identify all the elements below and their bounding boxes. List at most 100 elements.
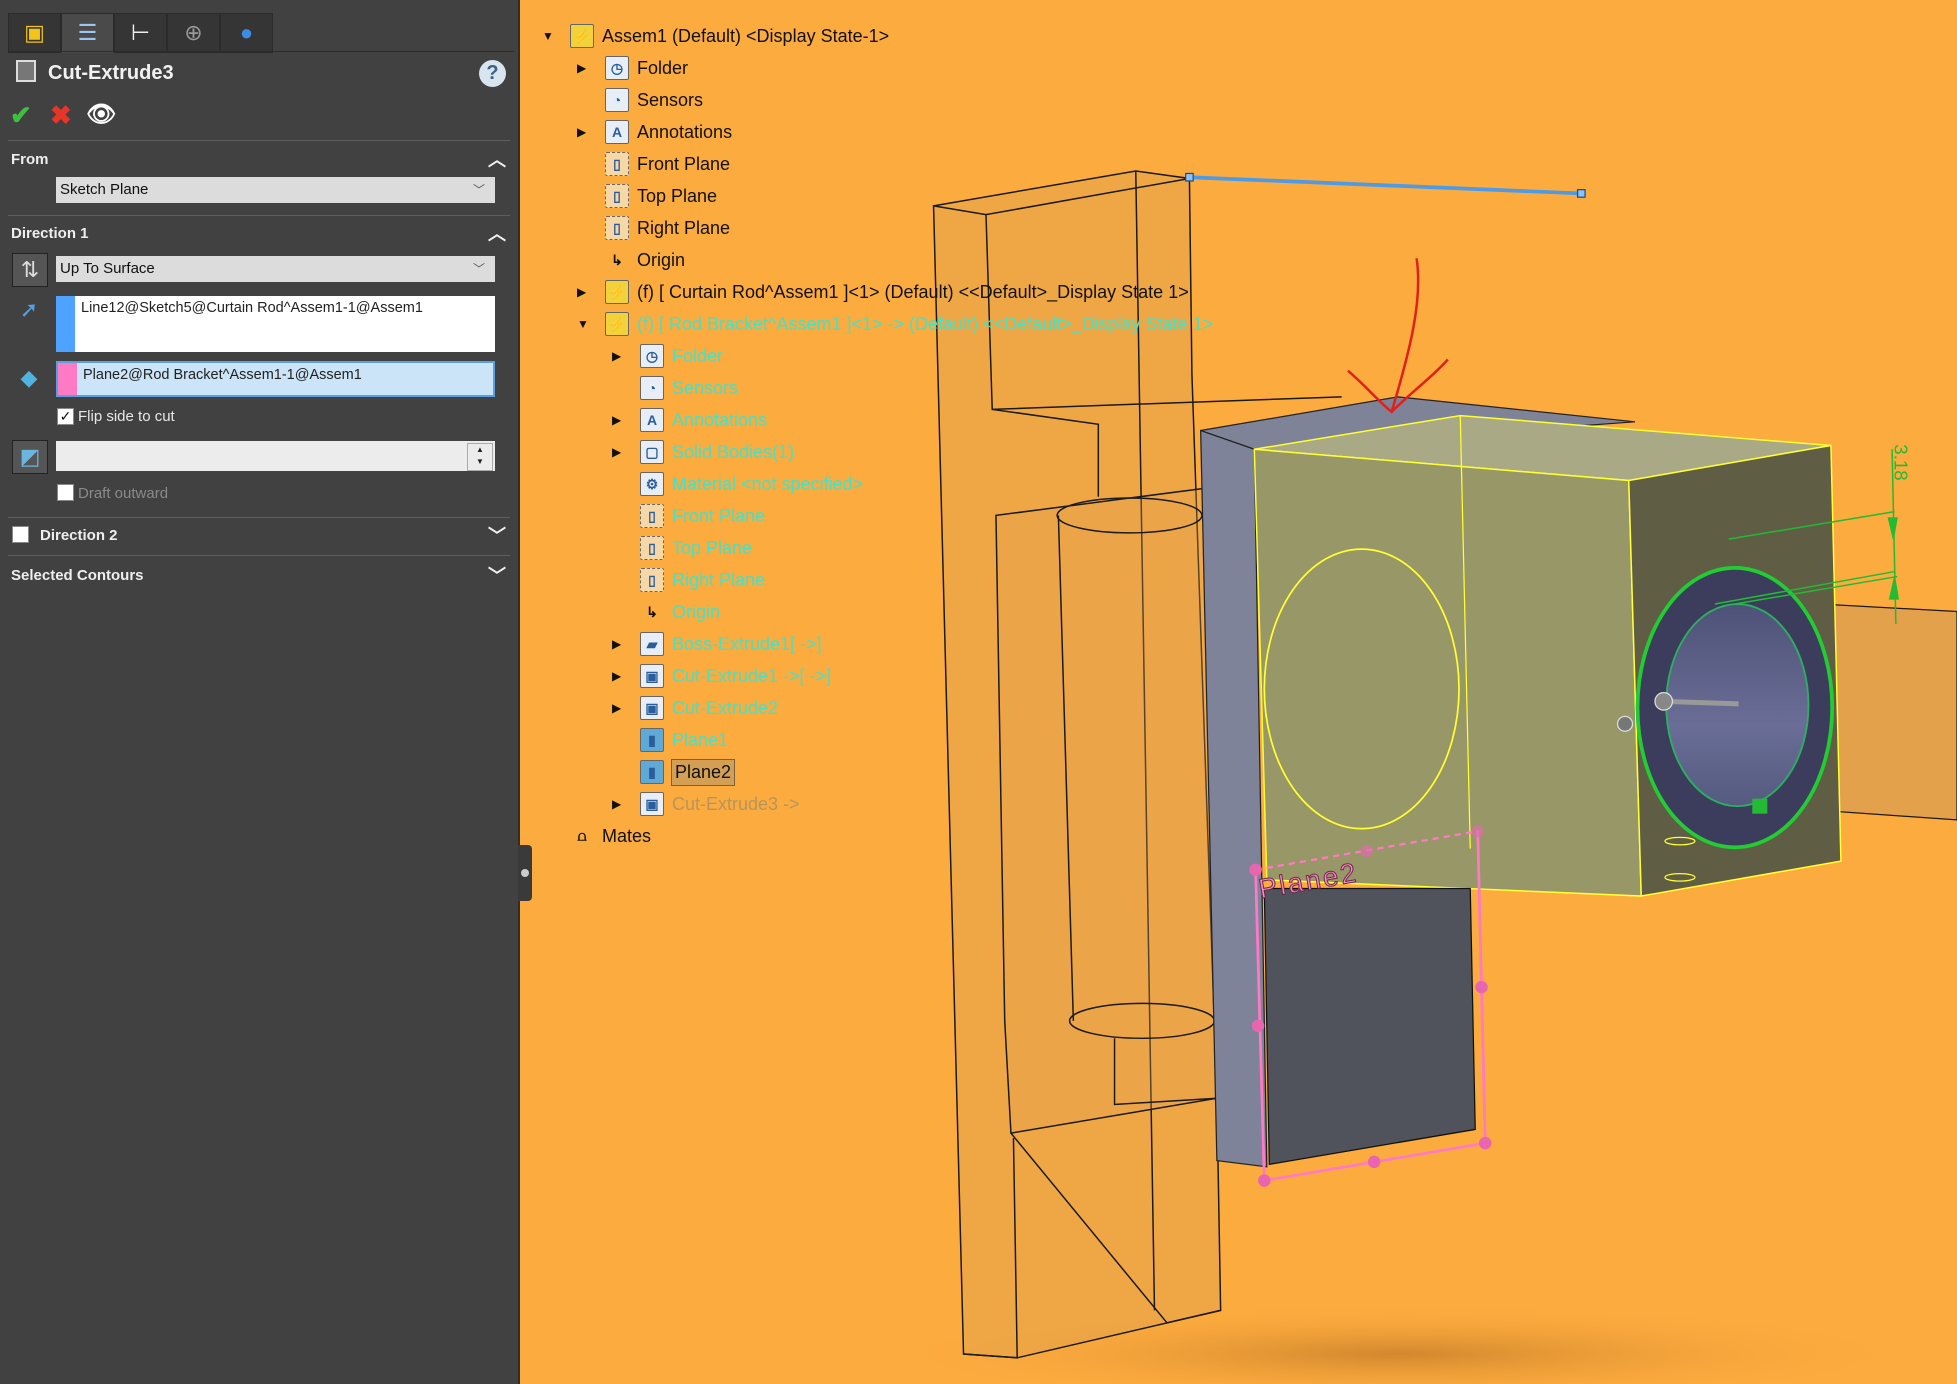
tree-item-label: Boss-Extrude1[ ->] — [672, 633, 822, 654]
tree-item[interactable]: ↳ Origin — [640, 597, 720, 627]
tree-item[interactable]: ⚙ Material <not specified> — [640, 469, 863, 499]
direction2-checkbox[interactable] — [12, 526, 29, 543]
configuration-manager-tab[interactable]: ⊢ — [114, 13, 167, 53]
expand-arrow-icon[interactable]: ▶ — [577, 285, 589, 299]
plane-icon: ▯ — [640, 504, 664, 528]
tree-item[interactable]: ▼ ⚡ Assem1 (Default) <Display State-1> — [542, 21, 889, 51]
origin-icon: ↳ — [646, 603, 658, 620]
tree-item[interactable]: ◔ Sensors — [605, 85, 703, 115]
configuration-manager-icon: ⊢ — [130, 20, 151, 45]
tree-item[interactable]: ▯ Front Plane — [605, 149, 730, 179]
chevron-down-icon[interactable]: ﹀ — [488, 562, 506, 588]
tree-item-label: (f) [ Rod Bracket^Assem1 ]<1> -> (Defaul… — [637, 313, 1214, 334]
expand-arrow-icon[interactable]: ▶ — [612, 701, 624, 715]
ref-plane-icon: ▮ — [640, 760, 664, 784]
plane-icon: ▯ — [605, 216, 629, 240]
tree-item[interactable]: ▮ Plane1 — [640, 725, 728, 755]
ok-button[interactable]: ✔ — [10, 100, 32, 131]
tree-item[interactable]: ▶ ▢ Solid Bodies(1) — [612, 437, 795, 467]
surface-face-icon: ◆ — [20, 365, 38, 390]
expand-arrow-icon[interactable]: ▶ — [612, 797, 624, 811]
tree-item[interactable]: ↳ Origin — [605, 245, 685, 275]
tree-item[interactable]: ▶ ▰ Boss-Extrude1[ ->] — [612, 629, 822, 659]
tree-item-label: Plane2 — [670, 758, 736, 786]
help-button[interactable]: ? — [479, 60, 506, 87]
plane-icon: ▯ — [605, 184, 629, 208]
history-folder-icon: ◷ — [605, 56, 629, 80]
dimension-value[interactable]: 3.18 — [1891, 444, 1912, 480]
from-select-value: Sketch Plane — [60, 181, 149, 198]
tree-item[interactable]: ▶ ◷ Folder — [612, 341, 723, 371]
draft-icon: ◩ — [19, 444, 41, 469]
from-section-header[interactable]: From — [11, 151, 49, 168]
divider — [8, 140, 510, 141]
chevron-down-icon[interactable]: ﹀ — [488, 522, 506, 548]
end-condition-select[interactable]: Up To Surface ﹀ — [56, 256, 495, 282]
tree-item[interactable]: ▯ Top Plane — [640, 533, 752, 563]
expand-arrow-icon[interactable]: ▶ — [612, 413, 624, 427]
draft-angle-stepper[interactable]: ▲ ▼ — [467, 443, 493, 471]
mates-icon: ⩍ — [577, 827, 587, 844]
display-manager-tab[interactable]: ● — [220, 13, 273, 53]
tree-item-label: Solid Bodies(1) — [672, 441, 795, 462]
direction2-section-header[interactable]: Direction 2 — [40, 527, 118, 544]
tree-item[interactable]: ▶ ▣ Cut-Extrude1 ->[ ->] — [612, 661, 831, 691]
tree-item[interactable]: ▯ Front Plane — [640, 501, 765, 531]
flip-side-label[interactable]: Flip side to cut — [78, 408, 175, 425]
feature-title: Cut-Extrude3 — [48, 62, 174, 84]
direction-reference-value: Line12@Sketch5@Curtain Rod^Assem1-1@Asse… — [81, 300, 423, 316]
tree-item[interactable]: ⩍ Mates — [570, 821, 651, 851]
feature-manager-tab[interactable]: ▣ — [8, 13, 61, 53]
property-manager-icon: ☰ — [77, 20, 98, 45]
selection-marker-icon — [1752, 798, 1768, 814]
tree-item-label: Annotations — [637, 121, 733, 142]
chevron-up-icon[interactable]: ︿ — [488, 220, 506, 246]
selected-contours-section-header[interactable]: Selected Contours — [11, 567, 144, 584]
tree-item[interactable]: ▯ Right Plane — [605, 213, 730, 243]
expand-arrow-icon[interactable]: ▶ — [612, 445, 624, 459]
display-manager-icon: ● — [239, 20, 254, 45]
tree-item[interactable]: ▶ ▣ Cut-Extrude3 -> — [612, 789, 800, 819]
tree-item[interactable]: ▶ ⚡ (f) [ Curtain Rod^Assem1 ]<1> (Default… — [577, 277, 1189, 307]
annotations-icon: A — [640, 408, 664, 432]
tree-item-label: Sensors — [672, 377, 739, 398]
tree-item[interactable]: ▶ ◷ Folder — [577, 53, 688, 83]
surface-reference-value: Plane2@Rod Bracket^Assem1-1@Assem1 — [83, 367, 362, 383]
panel-collapse-handle[interactable] — [518, 845, 532, 901]
preview-eye-button[interactable]: 👁 — [86, 100, 116, 129]
tree-item[interactable]: ▶ A Annotations — [577, 117, 733, 147]
reverse-direction-button[interactable]: ⇅ — [12, 253, 48, 287]
tree-item[interactable]: ▮ Plane2 — [640, 757, 736, 787]
dimxpert-manager-tab[interactable]: ⊕ — [167, 13, 220, 53]
expand-arrow-icon[interactable]: ▶ — [612, 349, 624, 363]
direction-reference-field[interactable]: Line12@Sketch5@Curtain Rod^Assem1-1@Asse… — [56, 296, 495, 352]
tree-item-label: Top Plane — [672, 537, 753, 558]
flip-side-checkbox[interactable]: ✓ — [57, 408, 74, 425]
property-manager-tab[interactable]: ☰ — [61, 13, 114, 53]
tree-item[interactable]: ▯ Right Plane — [640, 565, 765, 595]
tree-item[interactable]: ▶ ▣ Cut-Extrude2 — [612, 693, 778, 723]
collapse-arrow-icon[interactable]: ▼ — [542, 29, 554, 43]
chevron-up-icon[interactable]: ︿ — [488, 146, 506, 172]
direction1-section-header[interactable]: Direction 1 — [11, 225, 89, 242]
draft-angle-input[interactable]: ▲ ▼ — [56, 441, 495, 471]
expand-arrow-icon[interactable]: ▶ — [577, 61, 589, 75]
draft-toggle-button[interactable]: ◩ — [12, 440, 48, 474]
from-select[interactable]: Sketch Plane ﹀ — [56, 177, 495, 203]
cut-extrude-icon: ▣ — [640, 696, 664, 720]
tree-item[interactable]: ◔ Sensors — [640, 373, 738, 403]
expand-arrow-icon[interactable]: ▶ — [612, 637, 624, 651]
tree-item-label: Front Plane — [637, 153, 731, 174]
tree-item[interactable]: ▯ Top Plane — [605, 181, 717, 211]
draft-outward-checkbox[interactable] — [57, 484, 74, 501]
tree-item-label: Top Plane — [637, 185, 718, 206]
tree-item[interactable]: ▼ ⚡ (f) [ Rod Bracket^Assem1 ]<1> -> (Defa… — [577, 309, 1214, 339]
tree-item[interactable]: ▶ A Annotations — [612, 405, 767, 435]
surface-reference-field[interactable]: Plane2@Rod Bracket^Assem1-1@Assem1 — [56, 361, 495, 397]
divider — [8, 517, 510, 518]
collapse-arrow-icon[interactable]: ▼ — [577, 317, 589, 331]
expand-arrow-icon[interactable]: ▶ — [612, 669, 624, 683]
assembly-icon: ⚡ — [605, 312, 629, 336]
cancel-button[interactable]: ✖ — [50, 100, 72, 131]
expand-arrow-icon[interactable]: ▶ — [577, 125, 589, 139]
